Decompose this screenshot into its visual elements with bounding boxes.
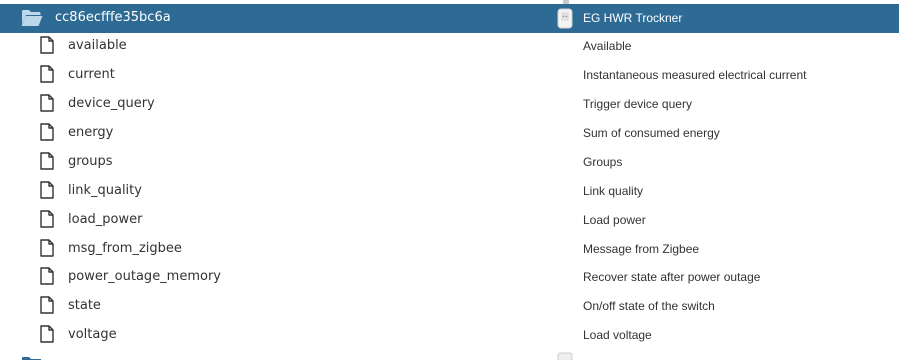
folder-name[interactable]: cc86ecfffe35bc6a (55, 10, 171, 26)
file-icon (40, 94, 54, 112)
file-icon (40, 210, 54, 228)
state-description: Recover state after power outage (583, 270, 761, 284)
state-id[interactable]: current (68, 67, 115, 83)
tree-row-link-quality[interactable]: link_quality Link quality (0, 178, 899, 207)
state-id[interactable]: energy (68, 125, 113, 141)
state-id[interactable]: available (68, 38, 127, 54)
file-icon (40, 123, 54, 141)
state-id[interactable]: link_quality (68, 183, 142, 199)
tree-folder-row-next-partial[interactable] (0, 352, 899, 360)
file-icon (40, 181, 54, 199)
state-description: Instantaneous measured electrical curren… (583, 68, 807, 82)
state-description: Sum of consumed energy (583, 126, 720, 140)
smart-plug-icon (557, 8, 573, 29)
folder-open-icon[interactable] (21, 9, 43, 27)
tree-row-energy[interactable]: energy Sum of consumed energy (0, 120, 899, 149)
state-id[interactable]: power_outage_memory (68, 269, 221, 285)
smart-plug-icon (557, 352, 573, 360)
file-icon (40, 267, 54, 285)
device-name: EG HWR Trockner (583, 11, 683, 25)
file-icon (40, 296, 54, 314)
file-icon (40, 152, 54, 170)
file-icon (40, 325, 54, 343)
state-description: Groups (583, 155, 623, 169)
file-icon (40, 239, 54, 257)
state-id[interactable]: state (68, 298, 101, 314)
state-id[interactable]: load_power (68, 212, 142, 228)
tree-row-available[interactable]: available Available (0, 33, 899, 62)
tree-row-power-outage-memory[interactable]: power_outage_memory Recover state after … (0, 264, 899, 293)
state-description: Load power (583, 213, 646, 227)
tree-row-current[interactable]: current Instantaneous measured electrica… (0, 62, 899, 91)
state-description: Load voltage (583, 328, 652, 342)
state-id[interactable]: device_query (68, 96, 155, 112)
state-id[interactable]: msg_from_zigbee (68, 241, 182, 257)
file-icon (40, 65, 54, 83)
file-icon (40, 36, 54, 54)
folder-icon[interactable] (21, 356, 43, 360)
state-description: Available (583, 39, 632, 53)
tree-row-state[interactable]: state On/off state of the switch (0, 293, 899, 322)
tree-row-voltage[interactable]: voltage Load voltage (0, 322, 899, 351)
state-description: On/off state of the switch (583, 299, 715, 313)
state-id[interactable]: voltage (68, 327, 117, 343)
tree-row-load-power[interactable]: load_power Load power (0, 207, 899, 236)
tree-folder-row-selected[interactable]: cc86ecfffe35bc6a EG HWR Trockner (0, 4, 899, 33)
state-description: Message from Zigbee (583, 242, 700, 256)
state-id[interactable]: groups (68, 154, 113, 170)
tree-row-groups[interactable]: groups Groups (0, 149, 899, 178)
state-description: Link quality (583, 184, 644, 198)
state-description: Trigger device query (583, 97, 692, 111)
tree-row-msg-from-zigbee[interactable]: msg_from_zigbee Message from Zigbee (0, 236, 899, 265)
tree-row-device-query[interactable]: device_query Trigger device query (0, 91, 899, 120)
